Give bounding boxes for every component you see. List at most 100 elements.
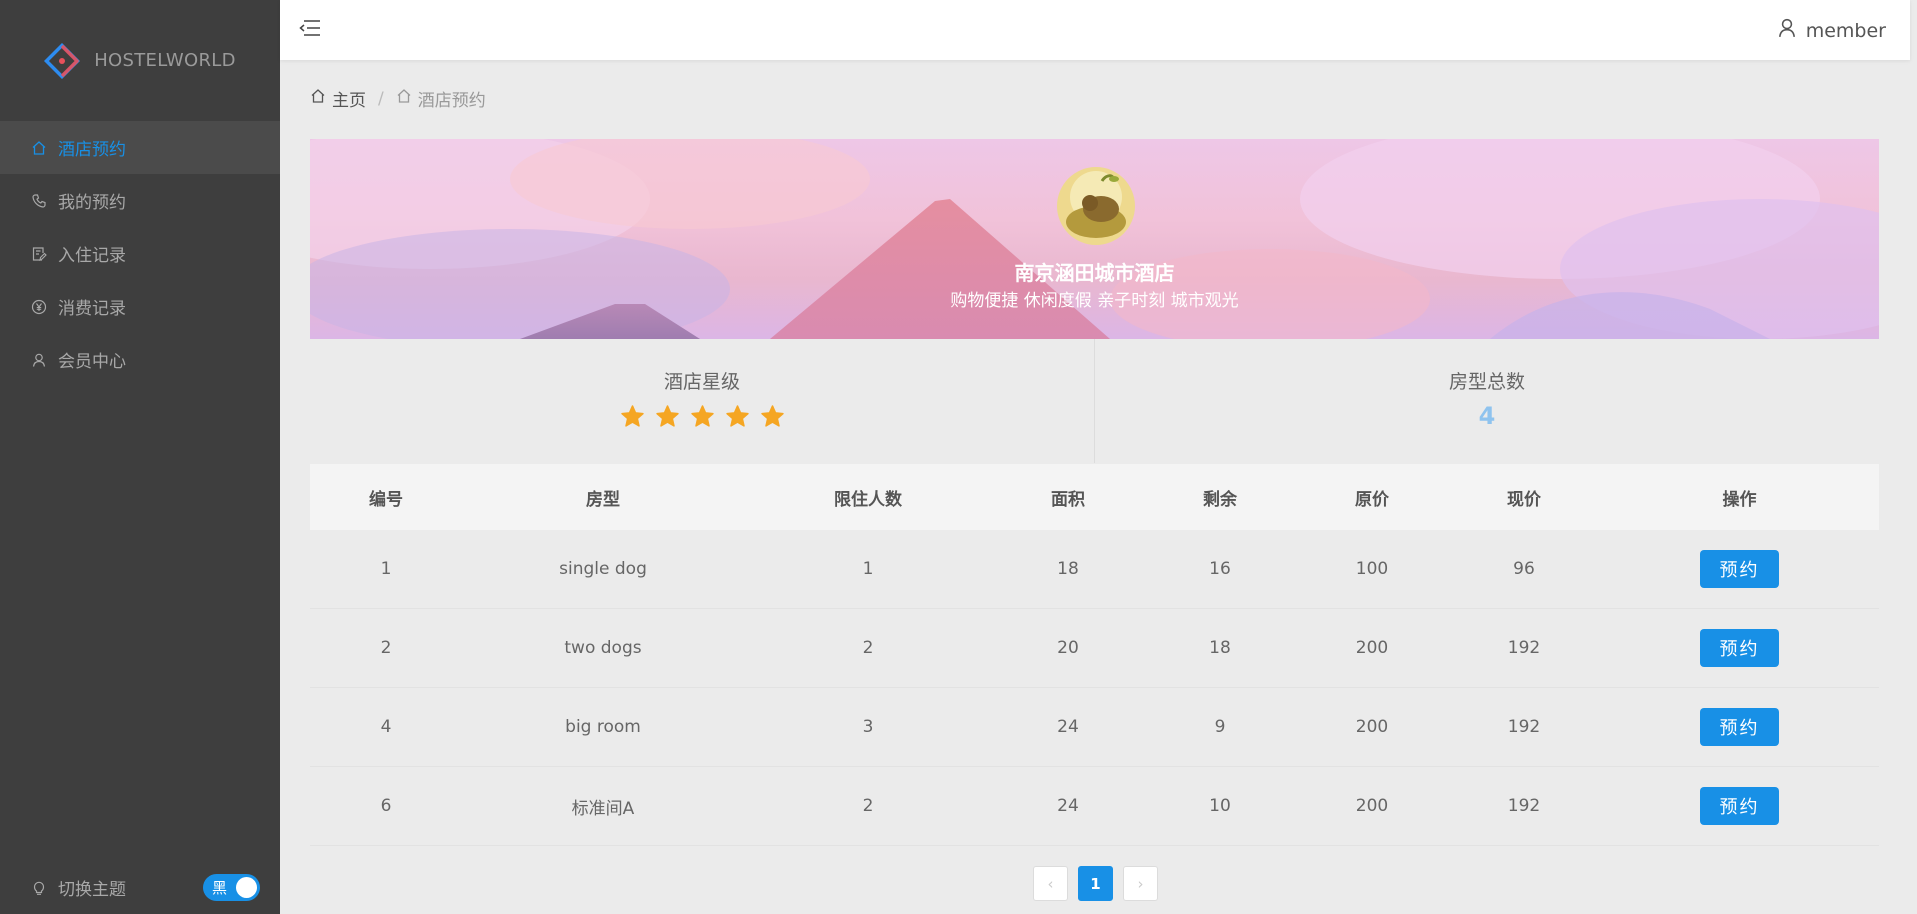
- sidebar-item-label: 消费记录: [58, 299, 126, 319]
- column-header: 剩余: [1203, 489, 1237, 510]
- edit-doc-icon: [30, 245, 48, 263]
- theme-toggle[interactable]: 黑: [203, 874, 260, 901]
- cell-room-type: single dog: [559, 559, 647, 579]
- room-type-count-label: 房型总数: [1448, 371, 1525, 393]
- cell-current-price: 192: [1507, 638, 1541, 658]
- book-button[interactable]: 预约: [1700, 550, 1779, 588]
- table-row: 1 single dog 1 18 16 100 96 预约: [310, 530, 1879, 609]
- cell-remaining: 10: [1209, 796, 1231, 816]
- breadcrumb-current: 酒店预约: [396, 86, 486, 111]
- cell-area: 24: [1057, 717, 1079, 737]
- column-header: 面积: [1051, 489, 1085, 510]
- brand[interactable]: HOSTELWORLD: [0, 0, 280, 121]
- book-button[interactable]: 预约: [1700, 787, 1779, 825]
- theme-switch-label: 切换主题: [58, 880, 126, 900]
- user-menu[interactable]: member: [1778, 18, 1886, 43]
- page-button[interactable]: 1: [1078, 866, 1113, 901]
- cell-area: 24: [1057, 796, 1079, 816]
- cell-room-type: two dogs: [564, 638, 642, 658]
- topbar: member: [280, 0, 1910, 60]
- star-icon: [725, 405, 749, 427]
- user-icon: [30, 351, 48, 369]
- room-type-count-value: 4: [1478, 402, 1496, 430]
- sidebar-item-spending-records[interactable]: 消费记录: [0, 280, 280, 333]
- cell-current-price: 192: [1507, 717, 1541, 737]
- breadcrumb-home-label: 主页: [332, 91, 366, 111]
- column-header: 原价: [1355, 489, 1389, 510]
- sidebar-item-label: 我的预约: [58, 193, 126, 213]
- cell-original-price: 200: [1355, 638, 1389, 658]
- sidebar-item-label: 入住记录: [58, 246, 126, 266]
- room-table: 编号 房型 限住人数 面积 剩余 原价 现价 操作 1 single dog 1…: [310, 464, 1879, 846]
- column-header: 限住人数: [834, 489, 902, 510]
- book-button[interactable]: 预约: [1700, 708, 1779, 746]
- breadcrumb-current-label: 酒店预约: [417, 91, 486, 111]
- star-rating-panel: 酒店星级: [310, 339, 1094, 463]
- home-icon: [30, 139, 48, 157]
- cell-area: 20: [1057, 638, 1079, 658]
- cell-area: 18: [1057, 559, 1079, 579]
- hotel-banner: 南京涵田城市酒店 购物便捷 休闲度假 亲子时刻 城市观光: [310, 139, 1879, 339]
- star-icon: [620, 405, 644, 427]
- sidebar-item-checkin-records[interactable]: 入住记录: [0, 227, 280, 280]
- sidebar-item-label: 酒店预约: [58, 140, 126, 160]
- sidebar-item-my-bookings[interactable]: 我的预约: [0, 174, 280, 227]
- sidebar-item-label: 会员中心: [58, 352, 126, 372]
- hotel-slogan: 购物便捷 休闲度假 亲子时刻 城市观光: [950, 291, 1239, 311]
- cell-action: 预约: [1600, 708, 1879, 746]
- hotel-stats: 酒店星级 房型总数 4: [310, 339, 1879, 463]
- next-page-button[interactable]: ›: [1123, 866, 1158, 901]
- cell-original-price: 200: [1355, 717, 1389, 737]
- cell-remaining: 18: [1209, 638, 1231, 658]
- cell-current-price: 96: [1513, 559, 1535, 579]
- breadcrumb-home[interactable]: 主页: [310, 86, 366, 111]
- theme-toggle-label: 黑: [212, 879, 228, 897]
- sidebar: HOSTELWORLD 酒店预约 我的预约 入住记录 消费记录 会员中心 切换主…: [0, 0, 280, 914]
- book-button[interactable]: 预约: [1700, 629, 1779, 667]
- cell-original-price: 100: [1355, 559, 1389, 579]
- cell-capacity: 1: [862, 559, 874, 579]
- table-row: 6 标准间A 2 24 10 200 192 预约: [310, 767, 1879, 846]
- cell-original-price: 200: [1355, 796, 1389, 816]
- cell-capacity: 2: [862, 638, 874, 658]
- user-icon: [1778, 18, 1796, 43]
- star-rating-label: 酒店星级: [663, 371, 740, 393]
- cell-current-price: 192: [1507, 796, 1541, 816]
- cell-room-type: 标准间A: [571, 798, 635, 819]
- prev-page-button[interactable]: ‹: [1033, 866, 1068, 901]
- column-header: 房型: [586, 489, 620, 510]
- cell-capacity: 3: [862, 717, 874, 737]
- cell-remaining: 9: [1214, 717, 1226, 737]
- cell-id: 1: [380, 559, 392, 579]
- toggle-knob: [236, 877, 257, 898]
- yen-icon: [30, 298, 48, 316]
- home-icon: [396, 88, 412, 109]
- sidebar-item-member-center[interactable]: 会员中心: [0, 333, 280, 386]
- cell-remaining: 16: [1209, 559, 1231, 579]
- cell-action: 预约: [1600, 629, 1879, 667]
- brand-name: HOSTELWORLD: [94, 50, 236, 71]
- star-icon: [760, 405, 784, 427]
- cell-room-type: big room: [565, 717, 641, 737]
- table-row: 2 two dogs 2 20 18 200 192 预约: [310, 609, 1879, 688]
- sidebar-item-hotel-booking[interactable]: 酒店预约: [0, 121, 280, 174]
- username: member: [1805, 19, 1886, 42]
- hotel-avatar: [1057, 167, 1135, 245]
- theme-switch-bar: 切换主题 黑: [0, 861, 280, 914]
- breadcrumb: 主页 / 酒店预约: [310, 86, 486, 111]
- cell-capacity: 2: [862, 796, 874, 816]
- chevron-right-icon: ›: [1137, 874, 1144, 893]
- breadcrumb-separator: /: [378, 88, 384, 109]
- phone-icon: [30, 192, 48, 210]
- table-header: 编号 房型 限住人数 面积 剩余 原价 现价 操作: [310, 464, 1879, 530]
- cell-action: 预约: [1600, 550, 1879, 588]
- cell-action: 预约: [1600, 787, 1879, 825]
- cell-id: 6: [380, 796, 392, 816]
- star-rating: [620, 404, 785, 429]
- logo-icon: [44, 42, 81, 79]
- menu-fold-icon: [299, 19, 321, 41]
- cell-id: 4: [380, 717, 392, 737]
- table-row: 4 big room 3 24 9 200 192 预约: [310, 688, 1879, 767]
- room-type-count-panel: 房型总数 4: [1094, 339, 1879, 463]
- collapse-menu-button[interactable]: [298, 18, 322, 42]
